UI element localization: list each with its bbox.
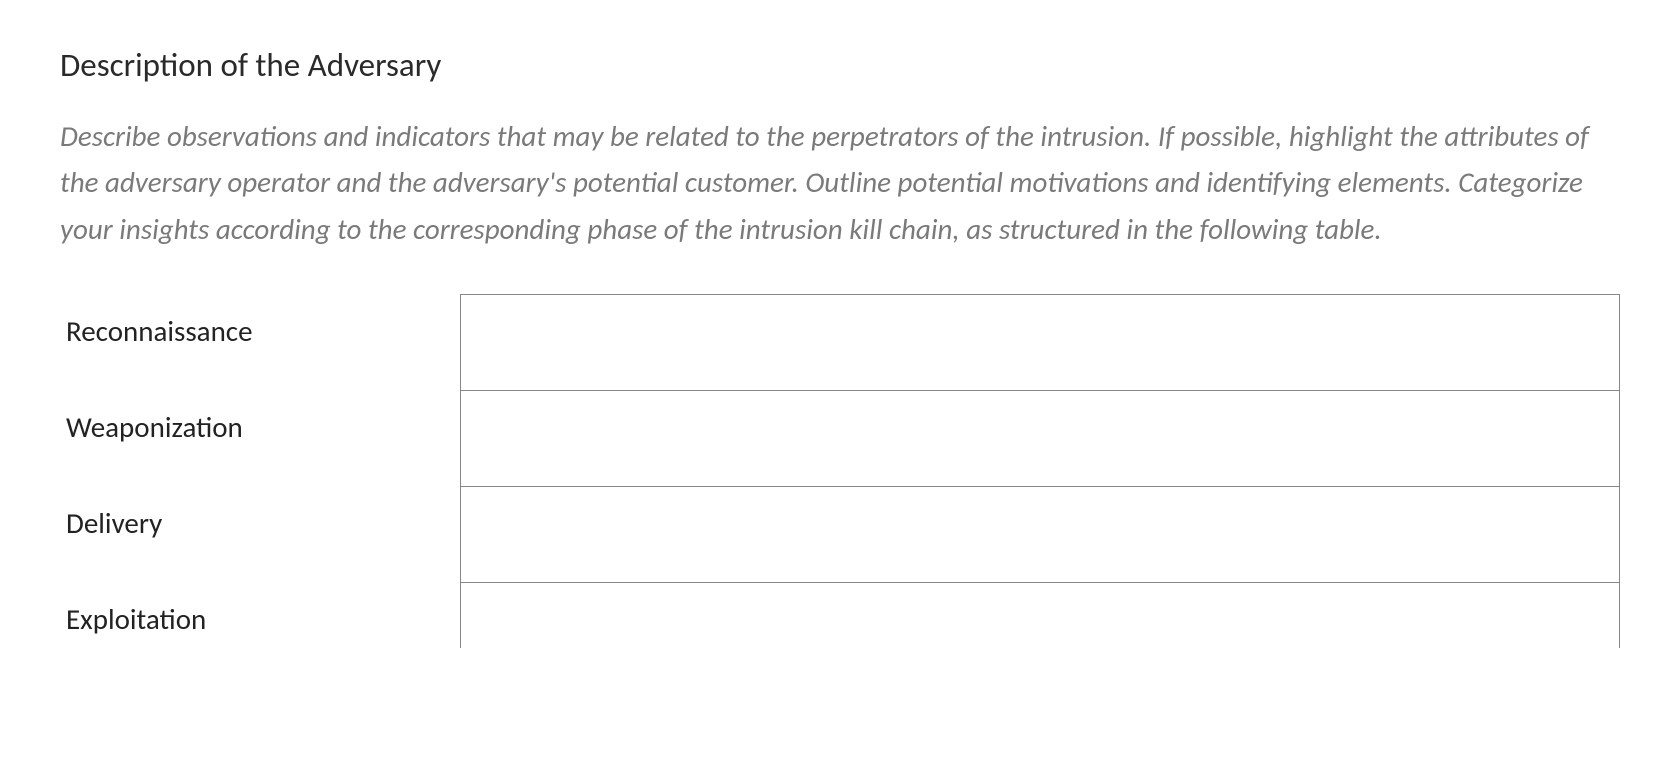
table-row: Exploitation	[60, 583, 1620, 649]
weaponization-input[interactable]	[461, 391, 1620, 481]
phase-input-cell	[460, 583, 1620, 649]
section-description: Describe observations and indicators tha…	[60, 113, 1620, 252]
kill-chain-table: Reconnaissance Weaponization Delivery Ex…	[60, 294, 1620, 648]
delivery-input[interactable]	[461, 487, 1620, 577]
section-title: Description of the Adversary	[60, 45, 1620, 85]
reconnaissance-input[interactable]	[461, 295, 1620, 385]
phase-input-cell	[460, 391, 1620, 487]
table-row: Weaponization	[60, 391, 1620, 487]
phase-input-cell	[460, 487, 1620, 583]
table-row: Delivery	[60, 487, 1620, 583]
phase-label-weaponization: Weaponization	[60, 391, 460, 487]
table-row: Reconnaissance	[60, 295, 1620, 391]
phase-label-delivery: Delivery	[60, 487, 460, 583]
phase-input-cell	[460, 295, 1620, 391]
phase-label-reconnaissance: Reconnaissance	[60, 295, 460, 391]
exploitation-input[interactable]	[461, 583, 1620, 643]
phase-label-exploitation: Exploitation	[60, 583, 460, 649]
